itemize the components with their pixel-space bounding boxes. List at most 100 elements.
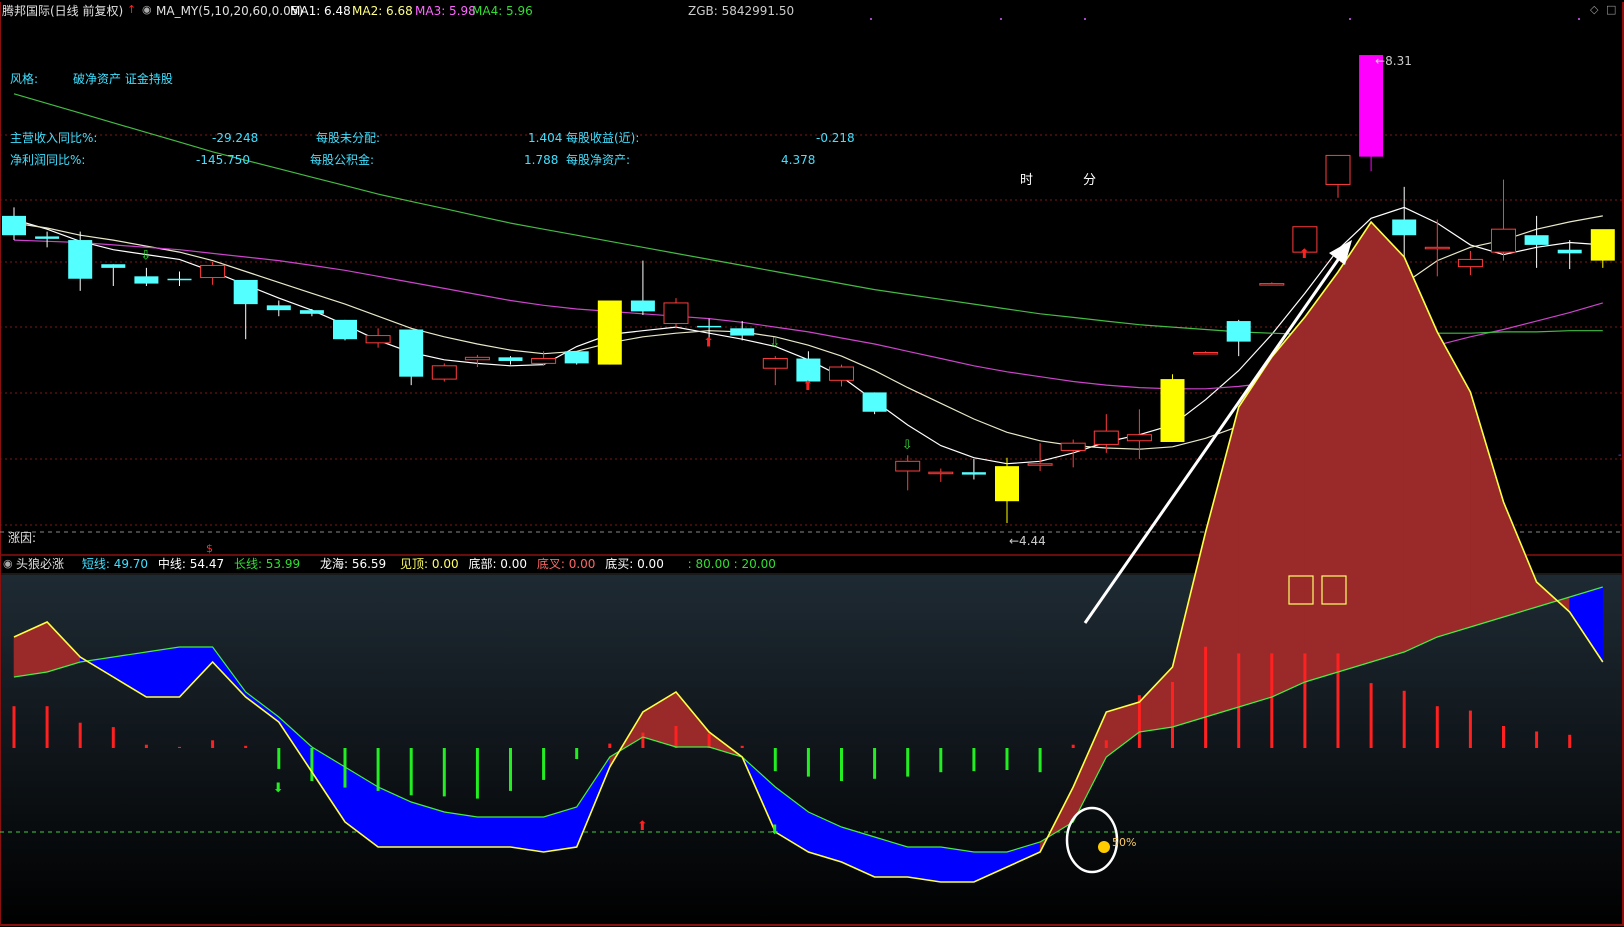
candle-body-down <box>2 215 26 236</box>
indicator-signal-icon: ⬇ <box>273 781 284 796</box>
dibu-value: 底部: 0.00 <box>468 557 528 571</box>
candle-body-big-up <box>1359 55 1384 157</box>
indicator-signal-icon: ⬇ <box>769 823 780 838</box>
candle-body-down <box>167 278 192 281</box>
candle-body-up <box>531 358 557 364</box>
ma2-value: MA2: 6.68 <box>352 4 413 18</box>
indicator-fill-band <box>1403 256 1438 653</box>
minute-label: 分 <box>1083 173 1097 188</box>
undistributed-value: 1.404 <box>528 131 563 145</box>
candle-body-down <box>564 351 589 364</box>
long-line-value: 长线: 53.99 <box>233 557 301 571</box>
candle-body-down <box>1392 219 1417 236</box>
candle-body-up <box>1325 154 1351 185</box>
candle-body-up <box>365 335 391 344</box>
diamond-icon[interactable]: ◇ <box>1590 4 1598 16</box>
stock-title: 腾邦国际(日线 前复权) <box>2 4 124 18</box>
hour-label: 时 <box>1020 173 1034 188</box>
candle-body-up <box>762 358 788 369</box>
indicator-fill-band <box>146 646 180 698</box>
ma3-value: MA3: 5.98 <box>415 4 476 18</box>
candle-body-up <box>1093 430 1119 445</box>
low-price-label: ←4.44 <box>1009 534 1046 548</box>
candle-body-up <box>1027 463 1053 466</box>
capital-reserve-label: 每股公积金: <box>310 153 375 167</box>
zgb-value: ZGB: 5842991.50 <box>688 4 795 18</box>
candle-body-up <box>1193 352 1219 355</box>
profit-yoy-value: -145.750 <box>196 153 250 167</box>
revenue-yoy-label: 主营收入同比%: <box>10 131 98 145</box>
style-value: 破净资产 证金持股 <box>73 72 173 86</box>
top-marker <box>1349 18 1351 20</box>
candle-body-down <box>697 325 722 328</box>
eps-value: -0.218 <box>816 131 855 145</box>
longhai-value: 龙海: 56.59 <box>319 557 387 571</box>
candle-body-up <box>431 365 457 380</box>
candle-body-up <box>200 264 226 279</box>
indicator-signal-icon: ⬆ <box>637 819 648 834</box>
indicator-fill-band <box>1238 356 1273 708</box>
candle-body-down <box>134 276 159 284</box>
indicator-fill-band <box>477 816 511 848</box>
short-line-value: 短线: 49.70 <box>81 557 149 571</box>
style-label: 风格: <box>10 72 39 86</box>
candle-body-up <box>1259 283 1285 286</box>
top-marker <box>1000 18 1002 20</box>
candle-body-down <box>233 279 258 305</box>
indicator-fill-band <box>1205 406 1239 718</box>
candle-body-down <box>961 472 986 475</box>
right-edge-marker: - <box>1618 450 1622 461</box>
candle-body-up <box>928 471 954 475</box>
signal-arrow-icon: ⬆ <box>703 335 714 350</box>
reference-levels: : 80.00 : 20.00 <box>687 557 776 571</box>
candle-body-down <box>35 236 60 239</box>
candle-body-up <box>464 356 490 361</box>
dicha-value: 底叉: 0.00 <box>536 557 596 571</box>
candle-body-down <box>299 310 324 314</box>
candle-body-down <box>399 329 424 377</box>
indicator-fill-band <box>1437 331 1471 638</box>
indicator-name: MA_MY(5,10,20,60,0.05) <box>156 4 304 18</box>
candle-body-down <box>730 328 755 336</box>
indicator-title: 头狼必涨 <box>16 557 65 571</box>
candle-body-down <box>68 240 93 279</box>
candle-body-big-up <box>597 300 622 365</box>
indicator-fill-band <box>1271 316 1306 698</box>
candle-body-down <box>101 264 126 268</box>
lower-indicator-header: 头狼必涨 短线: 49.70 中线: 54.47 长线: 53.99 龙海: 5… <box>16 557 782 571</box>
candle-body-big-up <box>1590 229 1615 261</box>
indicator-fill-band <box>1470 391 1504 628</box>
indicator-toggle-icon[interactable]: ◉ <box>3 558 13 570</box>
candle-body-down <box>266 305 291 311</box>
expand-icon[interactable]: □ <box>1606 4 1616 16</box>
candle-body-up <box>829 366 854 381</box>
high-price-label: ←8.31 <box>1375 54 1412 68</box>
candle-body-big-up <box>995 466 1019 502</box>
candle-body-down <box>1524 235 1549 245</box>
nav-per-share-value: 4.378 <box>781 153 816 167</box>
candle-body-big-up <box>1160 379 1185 442</box>
indicator-fill-band <box>1304 271 1339 683</box>
signal-arrow-icon: ⇩ <box>140 248 151 263</box>
candle-body-down <box>630 300 655 312</box>
smiley-icon <box>1098 841 1110 853</box>
profit-yoy-label: 净利润同比%: <box>10 153 86 167</box>
ma1-value: MA1: 6.48 <box>290 4 351 18</box>
ma4-value: MA4: 5.96 <box>472 4 533 18</box>
settings-toggle-icon[interactable]: ◉ <box>142 4 152 16</box>
candle-body-up <box>1424 246 1450 250</box>
candle-body-up <box>1060 442 1086 451</box>
candle-body-down <box>862 392 887 412</box>
top-marker <box>1578 18 1580 20</box>
undistributed-label: 每股未分配: <box>316 131 381 145</box>
reason-marker: $ <box>206 542 213 555</box>
candle-body-up <box>1126 434 1152 442</box>
zhangyin-label: 涨因: <box>8 531 37 545</box>
signal-arrow-icon: ⬆ <box>802 379 813 394</box>
up-arrow-icon: ↑ <box>127 3 137 16</box>
candle-body-up <box>1491 228 1516 253</box>
candle-body-down <box>1226 321 1251 342</box>
nav-per-share-label: 每股净资产: <box>566 153 631 167</box>
capital-reserve-value: 1.788 <box>524 153 559 167</box>
signal-arrow-icon: ⇩ <box>769 335 780 350</box>
